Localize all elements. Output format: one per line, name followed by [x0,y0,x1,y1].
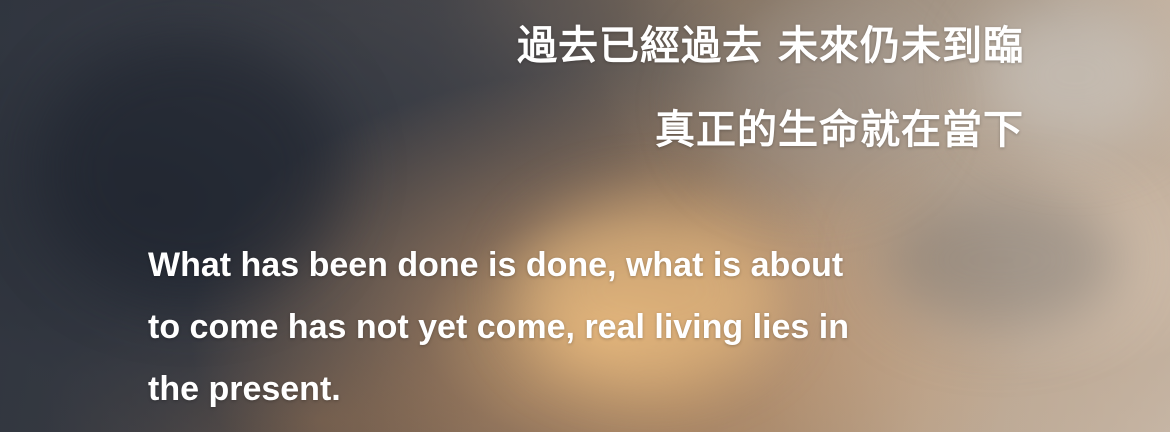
quote-english: What has been done is done, what is abou… [148,234,948,420]
quote-banner: 過去已經過去 未來仍未到臨 真正的生命就在當下 What has been do… [0,0,1170,432]
quote-chinese-line-1: 過去已經過去 未來仍未到臨 [517,23,1024,69]
quote-english-line-2: to come has not yet come, real living li… [148,308,849,346]
quote-english-line-3: the present. [148,370,341,408]
quote-chinese-line-2: 真正的生命就在當下 [655,107,1024,153]
quote-english-line-1: What has been done is done, what is abou… [148,246,844,284]
